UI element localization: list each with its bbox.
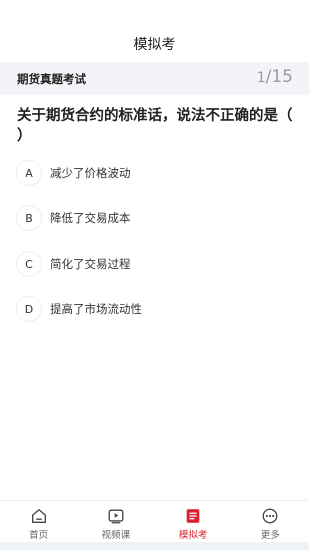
home-icon — [31, 509, 46, 523]
option-letter: D — [16, 296, 42, 322]
tab-video[interactable]: 视频课 — [77, 501, 154, 542]
option-letter: B — [16, 205, 42, 231]
current-question-number: 1 — [256, 70, 266, 86]
exam-name: 期货真题考试 — [17, 72, 86, 86]
bottom-safe-area — [0, 542, 309, 550]
option-text: 提高了市场流动性 — [50, 302, 142, 316]
tab-label: 更多 — [260, 530, 280, 541]
tab-more[interactable]: 更多 — [232, 501, 309, 542]
tab-label: 视频课 — [101, 530, 131, 541]
video-icon — [108, 509, 124, 524]
option-d[interactable]: D 提高了市场流动性 — [16, 295, 286, 323]
exam-info-bar: 期货真题考试 1/15 — [0, 62, 309, 95]
question-progress: 1/15 — [257, 67, 293, 87]
tab-exam[interactable]: 模拟考 — [155, 501, 232, 542]
top-navigation-bar: 模拟考 — [0, 0, 309, 62]
tab-label: 首页 — [29, 530, 49, 541]
bottom-tab-bar: 首页 视频课 模拟考 更多 — [0, 500, 309, 542]
option-b[interactable]: B 降低了交易成本 — [16, 204, 286, 232]
more-icon — [262, 508, 278, 524]
tab-home[interactable]: 首页 — [0, 501, 77, 542]
option-letter: A — [16, 160, 42, 186]
option-text: 减少了价格波动 — [50, 166, 131, 180]
option-letter: C — [16, 251, 42, 277]
option-a[interactable]: A 减少了价格波动 — [16, 159, 286, 187]
question-text: 关于期货合约的标准话，说法不正确的是（ ） — [17, 108, 293, 144]
option-c[interactable]: C 简化了交易过程 — [16, 250, 286, 278]
exam-icon — [186, 509, 200, 523]
page-title: 模拟考 — [133, 37, 176, 53]
option-text: 简化了交易过程 — [50, 257, 131, 271]
option-text: 降低了交易成本 — [50, 211, 131, 225]
tab-label: 模拟考 — [178, 530, 208, 541]
total-questions: /15 — [265, 67, 293, 87]
